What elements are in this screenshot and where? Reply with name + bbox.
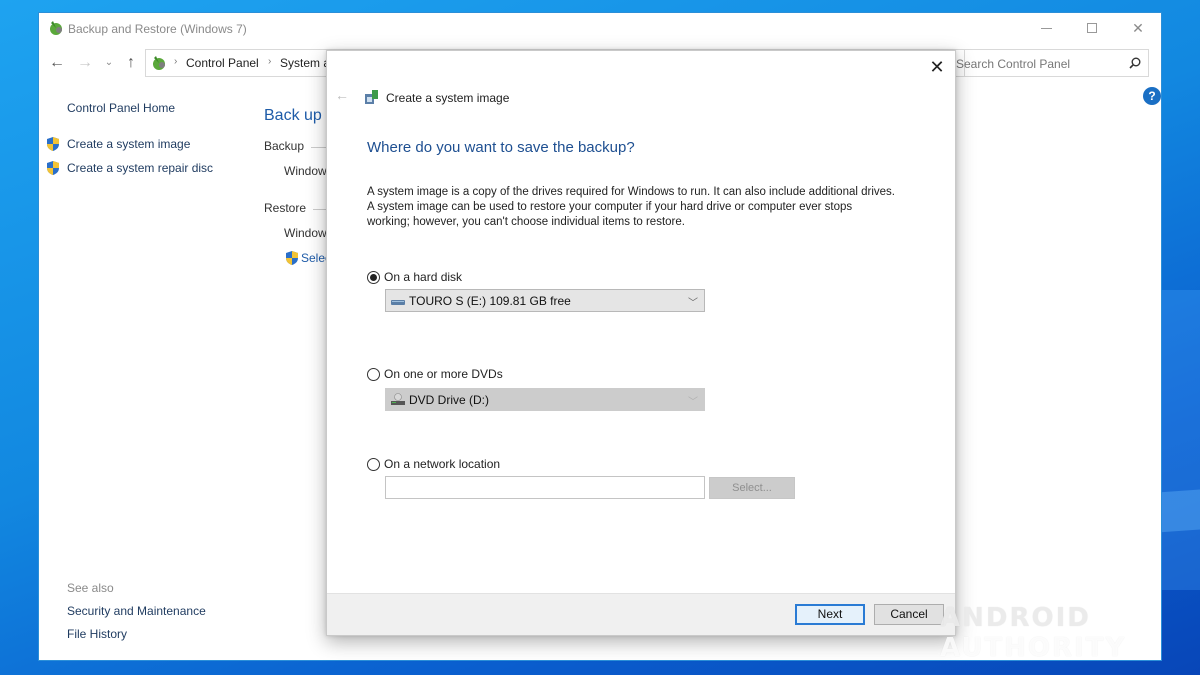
dialog-close-button[interactable]: ✕ bbox=[927, 57, 947, 77]
file-history-link[interactable]: File History bbox=[67, 627, 127, 641]
network-option[interactable]: On a network location bbox=[367, 457, 500, 471]
close-icon: ✕ bbox=[1132, 19, 1144, 36]
network-label: On a network location bbox=[384, 457, 501, 471]
chevron-down-icon: ﹀ bbox=[688, 397, 698, 408]
dvd-option[interactable]: On one or more DVDs bbox=[367, 367, 503, 381]
backup-restore-icon bbox=[50, 21, 62, 35]
backup-section-label: Backup bbox=[264, 139, 305, 153]
search-box[interactable]: Search Control Panel bbox=[949, 49, 1149, 77]
forward-button[interactable]: → bbox=[75, 55, 95, 71]
window-title: Backup and Restore (Windows 7) bbox=[68, 22, 247, 36]
hard-disk-option[interactable]: On a hard disk bbox=[367, 270, 462, 284]
hard-disk-radio[interactable] bbox=[367, 270, 380, 284]
close-icon: ✕ bbox=[929, 57, 945, 77]
chevron-down-icon: ﹀ bbox=[688, 298, 698, 309]
uac-shield-icon bbox=[47, 161, 59, 175]
cancel-button[interactable]: Cancel bbox=[874, 604, 944, 625]
create-system-repair-disc-link[interactable]: Create a system repair disc bbox=[67, 161, 213, 175]
search-icon bbox=[1129, 57, 1141, 69]
see-also-label: See also bbox=[67, 581, 114, 595]
title-bar: Backup and Restore (Windows 7) ✕ bbox=[39, 13, 1161, 45]
dvd-drive-icon bbox=[391, 393, 405, 405]
minimize-icon bbox=[1040, 27, 1052, 29]
up-button[interactable]: ↑ bbox=[121, 55, 141, 71]
recent-locations-dropdown[interactable]: ⌄ bbox=[99, 55, 119, 71]
hard-disk-selected-value: TOURO S (E:) 109.81 GB free bbox=[409, 294, 571, 308]
select-network-button[interactable]: Select... bbox=[709, 477, 795, 499]
breadcrumb-separator: › bbox=[268, 56, 272, 67]
dvd-selected-value: DVD Drive (D:) bbox=[409, 393, 489, 407]
dialog-title: Create a system image bbox=[386, 91, 510, 105]
page-heading: Back up c bbox=[264, 107, 335, 124]
control-panel-icon bbox=[153, 56, 165, 70]
dialog-back-button[interactable]: ← bbox=[335, 87, 349, 103]
hard-disk-dropdown[interactable]: TOURO S (E:) 109.81 GB free ﹀ bbox=[385, 289, 705, 312]
restore-section-label: Restore bbox=[264, 201, 307, 215]
network-location-input[interactable] bbox=[385, 476, 705, 499]
next-button[interactable]: Next bbox=[795, 604, 865, 625]
security-maintenance-link[interactable]: Security and Maintenance bbox=[67, 604, 206, 618]
control-panel-home-link[interactable]: Control Panel Home bbox=[67, 101, 175, 115]
android-authority-watermark: ANDROID AUTHORITY bbox=[940, 603, 1200, 663]
breadcrumb-control-panel[interactable]: Control Panel bbox=[186, 56, 259, 70]
watermark-part2: AUTHORITY bbox=[940, 633, 1127, 663]
maximize-button[interactable] bbox=[1069, 13, 1115, 43]
system-image-icon bbox=[365, 90, 378, 104]
dvd-radio[interactable] bbox=[367, 367, 380, 381]
backup-status-text: Window bbox=[284, 164, 327, 178]
minimize-button[interactable] bbox=[1023, 13, 1069, 43]
close-button[interactable]: ✕ bbox=[1115, 13, 1161, 43]
help-button[interactable]: ? bbox=[1143, 87, 1161, 105]
breadcrumb-separator: › bbox=[174, 56, 178, 67]
maximize-icon bbox=[1087, 23, 1097, 33]
hard-disk-label: On a hard disk bbox=[384, 270, 463, 284]
network-radio[interactable] bbox=[367, 457, 380, 471]
dialog-footer: Next Cancel bbox=[327, 593, 955, 635]
dialog-description: A system image is a copy of the drives r… bbox=[367, 186, 895, 228]
breadcrumb-system-security[interactable]: System a bbox=[280, 56, 330, 70]
create-system-image-dialog: ✕ ← Create a system image Where do you w… bbox=[326, 50, 956, 636]
uac-shield-icon bbox=[47, 137, 59, 151]
back-button[interactable]: ← bbox=[47, 55, 67, 71]
dialog-heading: Where do you want to save the backup? bbox=[367, 139, 635, 156]
uac-shield-icon bbox=[286, 251, 298, 265]
dvd-label: On one or more DVDs bbox=[384, 367, 503, 381]
search-placeholder: Search Control Panel bbox=[956, 57, 1071, 71]
dvd-dropdown[interactable]: DVD Drive (D:) ﹀ bbox=[385, 388, 705, 411]
restore-status-text: Window bbox=[284, 226, 327, 240]
watermark-part1: ANDROID bbox=[940, 603, 1091, 633]
hard-drive-icon bbox=[391, 300, 405, 305]
create-system-image-link[interactable]: Create a system image bbox=[67, 137, 190, 151]
